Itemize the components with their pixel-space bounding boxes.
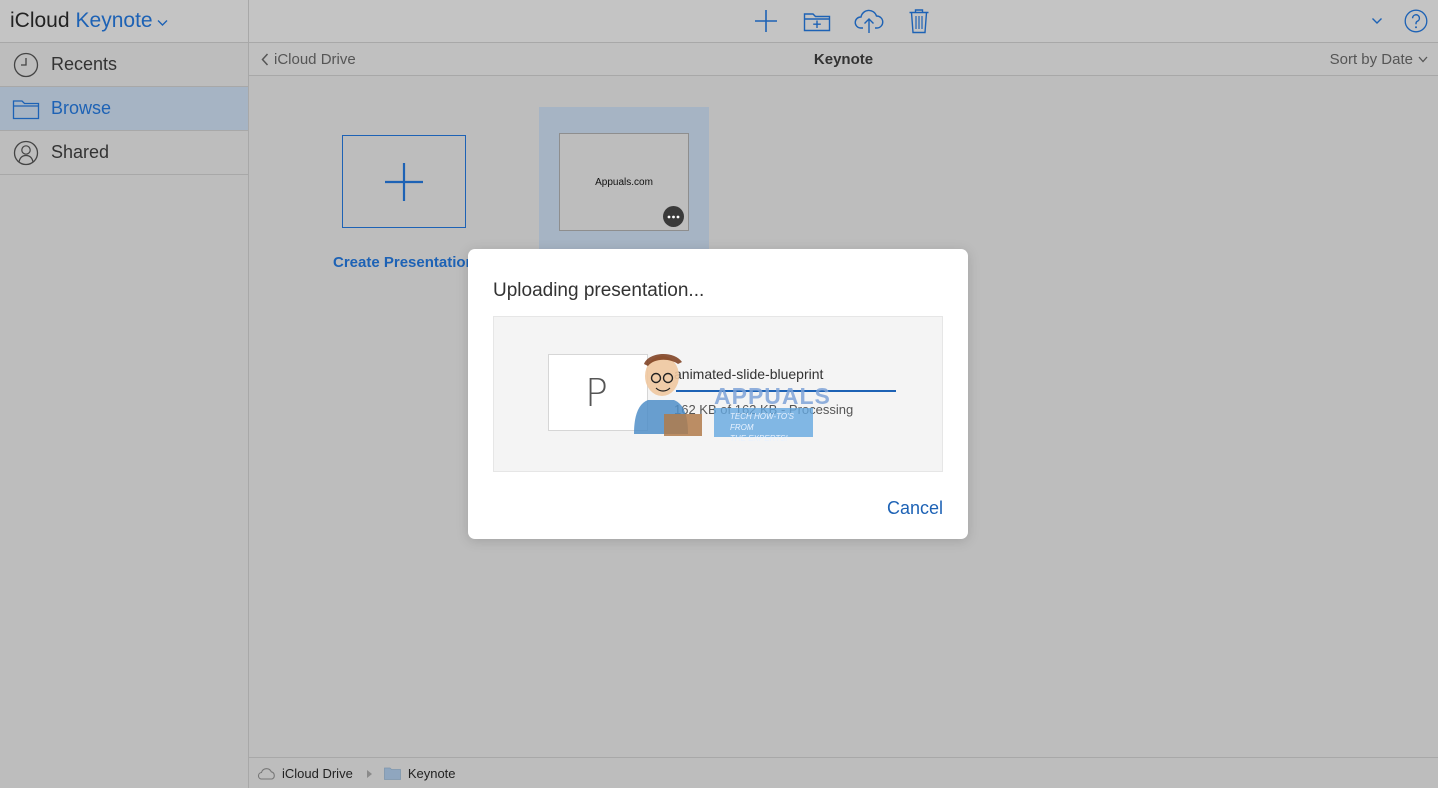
cloud-icon — [257, 767, 275, 780]
sidebar-item-label: Recents — [51, 54, 118, 74]
cancel-button[interactable]: Cancel — [887, 498, 943, 519]
path-item-root[interactable]: iCloud Drive — [257, 766, 353, 781]
file-thumbnail: P — [548, 354, 648, 431]
sidebar-item-label: Browse — [51, 98, 112, 118]
clock-icon — [12, 51, 40, 79]
path-item-folder[interactable]: Keynote — [383, 765, 456, 781]
caret-right-icon — [366, 766, 372, 781]
new-folder-icon[interactable] — [802, 6, 832, 36]
plus-icon[interactable] — [751, 6, 781, 36]
path-bar: iCloud Drive Keynote — [249, 757, 1438, 788]
folder-icon — [383, 767, 401, 780]
sort-dropdown[interactable]: Sort by Date — [1330, 51, 1428, 68]
document-tile[interactable]: Appuals.com — [539, 107, 709, 252]
brand-app-name[interactable]: Keynote — [76, 9, 153, 33]
sidebar-item-recents[interactable]: Recents — [0, 43, 248, 87]
sidebar-item-shared[interactable]: Shared — [0, 131, 248, 175]
help-icon[interactable] — [1401, 6, 1431, 36]
upload-status: 162 KB of 162 KB - Processing — [674, 402, 854, 417]
upload-progress-fill — [676, 390, 896, 392]
folder-header: iCloud Drive Keynote Sort by Date — [249, 43, 1438, 76]
toolbar — [249, 0, 1438, 43]
sidebar: Recents Browse Shared — [0, 43, 249, 788]
path-root-label: iCloud Drive — [282, 765, 353, 781]
upload-icon[interactable] — [854, 6, 884, 36]
chevron-down-icon[interactable] — [157, 14, 168, 32]
page-title: Keynote — [813, 51, 874, 68]
upload-item: P animated-slide-blueprint 162 KB of 162… — [493, 316, 943, 472]
create-presentation-label[interactable]: Create Presentation — [333, 254, 468, 271]
chevron-down-icon — [1418, 56, 1428, 63]
sidebar-item-browse[interactable]: Browse — [0, 87, 248, 131]
sort-label: Sort by Date — [1329, 51, 1413, 68]
upload-progress-bar — [676, 390, 896, 392]
more-options-icon[interactable] — [663, 206, 684, 227]
top-bar: iCloud Keynote — [0, 0, 1438, 43]
dialog-title: Uploading presentation... — [493, 280, 705, 301]
trash-icon[interactable] — [904, 6, 934, 36]
brand-icloud: iCloud — [10, 9, 70, 32]
path-folder-label: Keynote — [407, 765, 456, 781]
file-name: animated-slide-blueprint — [674, 366, 824, 382]
plus-icon — [385, 162, 423, 201]
sidebar-item-label: Shared — [51, 142, 110, 162]
upload-dialog: Uploading presentation... P animated-sli… — [468, 249, 968, 539]
folder-icon — [12, 95, 40, 123]
chevron-down-icon[interactable] — [1362, 6, 1392, 36]
app-switcher[interactable]: iCloud Keynote — [0, 0, 249, 43]
person-icon — [12, 139, 40, 167]
create-presentation-tile[interactable] — [342, 135, 466, 228]
